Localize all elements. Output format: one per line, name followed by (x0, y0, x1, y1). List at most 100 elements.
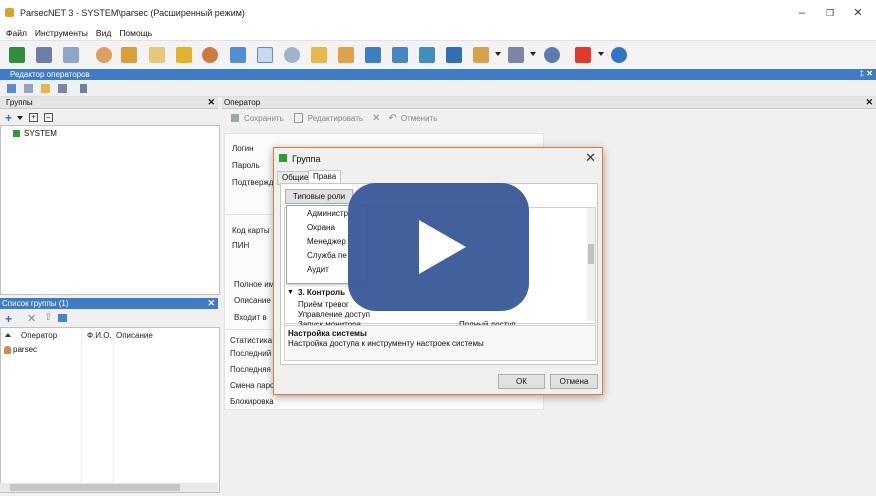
pin-icon[interactable]: ‡ (860, 69, 864, 78)
role-option[interactable]: Администр (307, 209, 348, 218)
label-pin: ПИН (232, 241, 250, 250)
collapse-icon[interactable]: – (44, 113, 53, 122)
report-icon[interactable] (335, 44, 357, 66)
play-triangle-icon (419, 220, 466, 274)
scroll-thumb[interactable] (10, 484, 180, 491)
operator-editor-bar: Редактор операторов ‡ ✕ (0, 69, 876, 80)
link-icon[interactable] (58, 84, 67, 93)
role-option[interactable]: Служба пе (307, 251, 347, 260)
users-icon[interactable] (199, 44, 221, 66)
col-operator[interactable]: Оператор (21, 331, 57, 340)
folder-icon[interactable] (308, 44, 330, 66)
role-option[interactable]: Охрана (307, 223, 335, 232)
server-dropdown-icon[interactable] (530, 52, 536, 56)
label-description: Описание (234, 296, 271, 305)
sort-arrow-icon (5, 333, 11, 337)
title-bar: ParsecNET 3 - SYSTEM\parsec (Расширенный… (0, 0, 876, 26)
typical-roles-button[interactable]: Типовые роли (285, 189, 353, 204)
add-dropdown-icon[interactable] (17, 116, 23, 120)
tree-item[interactable]: Управление доступ (298, 310, 370, 319)
undo-icon[interactable]: ↶ (388, 113, 396, 124)
groups-panel-title: Группы (6, 98, 33, 107)
tree-node-system[interactable]: SYSTEM (24, 129, 57, 138)
label-full-name: Полное имя (234, 280, 279, 289)
house-icon[interactable] (118, 44, 140, 66)
calendar-grid-icon[interactable] (146, 44, 168, 66)
operator-panel-title: Оператор (224, 98, 261, 107)
table-row[interactable]: parsec (13, 345, 37, 354)
grid-icon[interactable] (24, 84, 33, 93)
network-user-icon[interactable] (541, 44, 563, 66)
group-list-toolbar: + ✕ ⇧ (0, 310, 218, 326)
editor-subtoolbar (0, 80, 876, 97)
chart-report-2-icon[interactable] (389, 44, 411, 66)
portrait-dropdown-icon[interactable] (495, 52, 501, 56)
close-group-list-icon[interactable]: ✕ (207, 298, 215, 309)
building-icon[interactable] (33, 44, 55, 66)
dialog-close-button[interactable]: ✕ (585, 150, 596, 166)
tree-vscrollbar[interactable] (587, 208, 595, 321)
close-operator-icon[interactable]: ✕ (865, 97, 873, 108)
edit-icon[interactable] (293, 113, 303, 123)
document-icon[interactable] (60, 44, 82, 66)
video-play-button[interactable] (348, 183, 529, 311)
list-up-icon[interactable]: ⇧ (44, 312, 52, 323)
minimize-button[interactable]: – (795, 6, 809, 20)
menu-tools[interactable]: Инструменты (35, 26, 88, 40)
schedule-icon[interactable] (254, 44, 276, 66)
col-full-name[interactable]: Ф.И.О. (87, 331, 112, 340)
operator-toolbar: Сохранить Редактировать ✕ ↶ Отменить (222, 110, 876, 126)
close-groups-icon[interactable]: ✕ (207, 97, 215, 108)
close-window-button[interactable]: ✕ (851, 6, 865, 20)
close-editor-icon[interactable]: ✕ (866, 69, 873, 78)
tree-expand-icon[interactable]: ▼ (287, 289, 294, 296)
column-divider (113, 328, 114, 490)
settings-gear-icon[interactable] (281, 44, 303, 66)
portrait-icon[interactable] (470, 44, 492, 66)
server-icon[interactable] (505, 44, 527, 66)
expand-icon[interactable]: + (29, 113, 38, 122)
menu-view[interactable]: Вид (96, 26, 111, 40)
cancel-edit-button[interactable]: Отменить (401, 114, 438, 123)
tree-scroll-thumb[interactable] (588, 244, 594, 264)
cancel-button[interactable]: Отмена (550, 374, 598, 389)
save-button[interactable]: Сохранить (244, 114, 284, 123)
menu-help[interactable]: Помощь (119, 26, 152, 40)
col-description[interactable]: Описание (116, 331, 153, 340)
maximize-button[interactable]: ❐ (823, 6, 837, 20)
photo-report-icon[interactable] (416, 44, 438, 66)
tree-section[interactable]: 3. Контроль (298, 288, 345, 297)
groups-panel-header: Группы ✕ (0, 97, 218, 109)
list-add-icon[interactable]: + (5, 312, 12, 326)
role-option[interactable]: Аудит (307, 265, 329, 274)
book-icon[interactable] (80, 84, 87, 93)
chart-report-icon[interactable] (362, 44, 384, 66)
horizontal-scrollbar[interactable] (0, 483, 218, 492)
exit-dropdown-icon[interactable] (598, 52, 604, 56)
delete-icon[interactable]: ✕ (372, 113, 380, 124)
refresh-icon[interactable] (7, 84, 16, 93)
help-icon[interactable] (608, 44, 630, 66)
label-login: Логин (232, 144, 254, 153)
list-delete-icon[interactable]: ✕ (27, 312, 36, 325)
folder-small-icon[interactable] (41, 84, 50, 93)
info-report-icon[interactable] (443, 44, 465, 66)
label-card-code: Код карты (232, 226, 270, 235)
list-view-icon[interactable] (58, 314, 67, 322)
exit-icon[interactable] (572, 44, 594, 66)
ok-button[interactable]: ОК (498, 374, 545, 389)
info-box: Настройка системы Настройка доступа к ин… (284, 325, 596, 361)
role-option[interactable]: Менеджер (307, 237, 346, 246)
edit-button[interactable]: Редактировать (308, 114, 363, 123)
monitor-icon[interactable] (227, 44, 249, 66)
main-toolbar (0, 41, 876, 69)
lock-icon[interactable] (173, 44, 195, 66)
menu-bar: Файл Инструменты Вид Помощь (0, 26, 876, 41)
group-list-table: Оператор Ф.И.О. Описание parsec (0, 327, 220, 493)
add-icon[interactable]: + (5, 111, 12, 125)
user-icon[interactable] (93, 44, 115, 66)
tree-item[interactable]: Приём тревог (298, 300, 349, 309)
menu-file[interactable]: Файл (6, 26, 27, 40)
save-icon[interactable] (231, 114, 239, 122)
controller-icon[interactable] (6, 44, 28, 66)
